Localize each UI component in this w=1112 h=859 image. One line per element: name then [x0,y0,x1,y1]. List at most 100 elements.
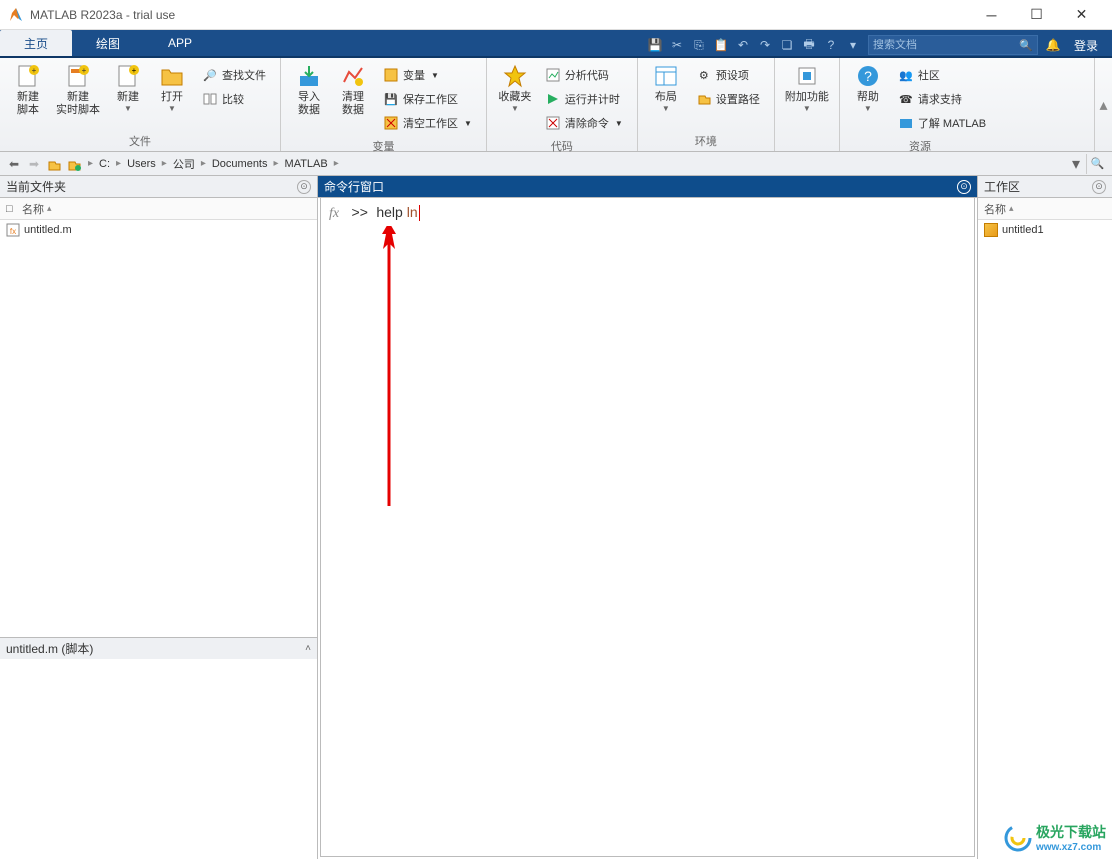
undo-icon[interactable]: ↶ [732,34,754,56]
address-search-button[interactable]: 🔍 [1086,154,1108,174]
workspace-body[interactable]: untitled1 [978,220,1112,859]
group-label-env: 环境 [644,131,768,151]
nav-back-button[interactable]: ⬅ [4,154,24,174]
watermark-logo-icon [1004,824,1032,852]
import-data-button[interactable]: 导入 数据 [287,62,331,119]
toolstrip-group-addons: 附加功能 ▼ [775,58,840,151]
current-folder-body[interactable]: fx untitled.m [0,220,317,637]
addons-button[interactable]: 附加功能 ▼ [781,62,833,116]
doc-search-input[interactable] [873,39,1019,51]
redo-icon[interactable]: ↷ [754,34,776,56]
close-button[interactable]: ✕ [1059,0,1104,30]
fx-icon[interactable]: fx [329,206,339,221]
save-workspace-icon: 💾 [383,91,399,107]
collapse-button[interactable]: ⊙ [957,180,971,194]
qat-dropdown-icon[interactable]: ▾ [842,34,864,56]
dropdown-arrow-icon: ▼ [864,104,872,114]
tab-plot[interactable]: 绘图 [72,30,144,56]
workspace-title: 工作区 [984,178,1020,195]
breadcrumb-matlab[interactable]: MATLAB [283,158,330,170]
svg-text:+: + [132,66,137,75]
paste-icon[interactable]: 📋 [710,34,732,56]
workspace-variable-row[interactable]: untitled1 [978,220,1112,240]
folder-open-icon [160,64,184,88]
group-label-file: 文件 [6,131,274,151]
preferences-button[interactable]: ⚙预设项 [692,64,764,86]
group-label-code: 代码 [493,136,631,156]
login-button[interactable]: 登录 [1064,37,1108,54]
new-livescript-button[interactable]: + 新建 实时脚本 [50,62,106,119]
command-window-body[interactable]: fx >> help ln [320,198,975,857]
workspace-column-header[interactable]: 名称 ▴ [978,198,1112,220]
nav-forward-button[interactable]: ➡ [24,154,44,174]
command-window-panel: 命令行窗口 ⊙ fx >> help ln [318,176,978,859]
help-button[interactable]: ? 帮助 ▼ [846,62,890,116]
copy-icon[interactable]: ⎘ [688,34,710,56]
breadcrumb-documents[interactable]: Documents [210,158,270,170]
collapse-button[interactable]: ⊙ [1092,180,1106,194]
nav-up-button[interactable] [44,154,64,174]
dropdown-arrow-icon: ▼ [803,104,811,114]
details-header[interactable]: untitled.m (脚本) ˄ [0,637,317,659]
file-name: untitled.m [24,224,72,236]
watermark: 极光下载站 www.xz7.com [1004,822,1106,853]
save-icon[interactable]: 💾 [644,34,666,56]
find-files-button[interactable]: 🔎查找文件 [198,64,270,86]
bell-icon[interactable]: 🔔 [1042,34,1064,56]
sort-arrow-icon: ▴ [47,203,52,214]
clear-workspace-icon [383,115,399,131]
new-button[interactable]: + 新建 ▼ [106,62,150,116]
chevron-up-icon[interactable]: ˄ [305,643,311,654]
current-folder-column-header[interactable]: □ 名称 ▴ [0,198,317,220]
toolstrip-group-code: 收藏夹 ▼ 分析代码 运行并计时 清除命令▼ 代码 [487,58,638,151]
print-icon[interactable]: 🖶 [798,34,820,56]
minimize-button[interactable]: ─ [969,0,1014,30]
layout-button[interactable]: 布局 ▼ [644,62,688,116]
open-button[interactable]: 打开 ▼ [150,62,194,116]
watermark-text: 极光下载站 [1036,824,1106,840]
doc-search-box[interactable]: 🔍 [868,35,1038,55]
new-script-button[interactable]: + 新建 脚本 [6,62,50,119]
matlab-logo-icon [8,7,24,23]
file-row[interactable]: fx untitled.m [0,220,317,240]
learn-matlab-button[interactable]: 了解 MATLAB [894,112,990,134]
compare-button[interactable]: 比较 [198,88,270,110]
clear-commands-button[interactable]: 清除命令▼ [541,112,627,134]
breadcrumb-company[interactable]: 公司 [171,156,197,172]
collapse-button[interactable]: ⊙ [297,180,311,194]
browse-folder-button[interactable] [64,154,84,174]
breadcrumb-users[interactable]: Users [125,158,158,170]
group-label-addons [781,135,833,151]
svg-text:fx: fx [10,227,16,236]
variable-icon [984,223,998,237]
search-icon[interactable]: 🔍 [1019,39,1033,52]
new-script-label: 新建 脚本 [17,91,39,117]
maximize-button[interactable]: ☐ [1014,0,1059,30]
breadcrumb-c[interactable]: C: [97,158,112,170]
cut-icon[interactable]: ✂ [666,34,688,56]
save-workspace-button[interactable]: 💾保存工作区 [379,88,476,110]
community-button[interactable]: 👥社区 [894,64,990,86]
set-path-button[interactable]: 设置路径 [692,88,764,110]
run-and-time-button[interactable]: 运行并计时 [541,88,627,110]
new-script-icon: + [16,64,40,88]
workspace-panel: 工作区 ⊙ 名称 ▴ untitled1 [978,176,1112,859]
toolstrip-collapse-button[interactable]: ▴ [1094,58,1112,151]
clear-workspace-button[interactable]: 清空工作区▼ [379,112,476,134]
variable-button[interactable]: 变量▼ [379,64,476,86]
favorites-button[interactable]: 收藏夹 ▼ [493,62,537,116]
new-livescript-label: 新建 实时脚本 [56,91,100,117]
layout-icon [654,64,678,88]
toolstrip: + 新建 脚本 + 新建 实时脚本 + 新建 ▼ 打开 ▼ 🔎查找文件 比较 [0,58,1112,152]
help-icon[interactable]: ? [820,34,842,56]
new-livescript-icon: + [66,64,90,88]
address-dropdown-button[interactable]: ▾ [1066,154,1086,174]
tab-app[interactable]: APP [144,30,216,56]
title-bar: MATLAB R2023a - trial use ─ ☐ ✕ [0,0,1112,30]
request-support-button[interactable]: ☎请求支持 [894,88,990,110]
clean-data-button[interactable]: 清理 数据 [331,62,375,119]
tab-home[interactable]: 主页 [0,30,72,56]
switch-window-icon[interactable]: ❏ [776,34,798,56]
analyze-code-button[interactable]: 分析代码 [541,64,627,86]
tab-strip: 主页 绘图 APP 💾 ✂ ⎘ 📋 ↶ ↷ ❏ 🖶 ? ▾ 🔍 🔔 登录 [0,30,1112,58]
